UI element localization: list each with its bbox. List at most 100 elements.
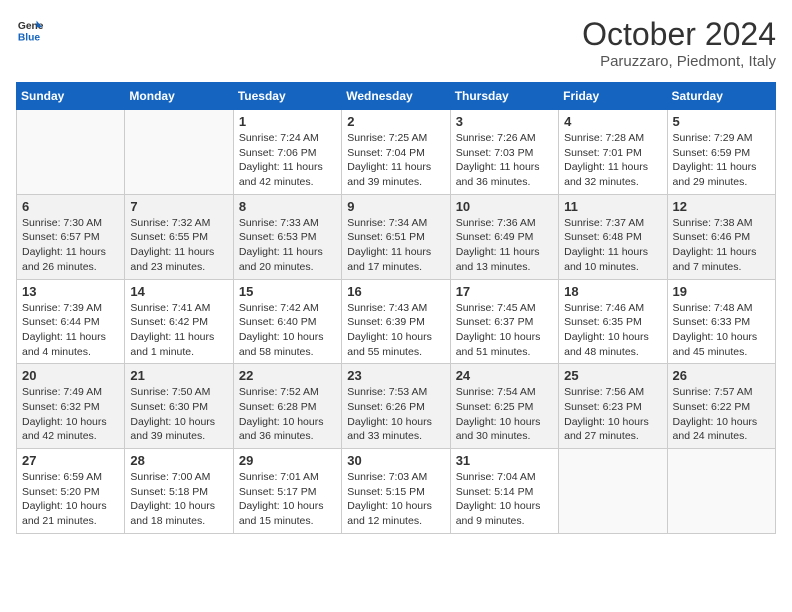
- day-info: Sunrise: 7:34 AMSunset: 6:51 PMDaylight:…: [347, 216, 444, 275]
- calendar-cell: 21 Sunrise: 7:50 AMSunset: 6:30 PMDayligh…: [125, 364, 233, 449]
- day-number: 12: [673, 199, 770, 214]
- page-header: General Blue October 2024 Paruzzaro, Pie…: [16, 16, 776, 70]
- day-number: 17: [456, 284, 553, 299]
- calendar-cell: 11Sunrise: 7:37 AMSunset: 6:48 PMDayligh…: [559, 194, 667, 279]
- day-number: 28: [130, 453, 227, 468]
- day-info: Sunrise: 7:42 AMSunset: 6:40 PMDaylight:…: [239, 301, 336, 360]
- day-info: Sunrise: 7:30 AMSunset: 6:57 PMDaylight:…: [22, 216, 119, 275]
- weekday-header-thursday: Thursday: [450, 83, 558, 110]
- day-number: 19: [673, 284, 770, 299]
- week-row-2: 6Sunrise: 7:30 AMSunset: 6:57 PMDaylight…: [17, 194, 776, 279]
- calendar-cell: 28 Sunrise: 7:00 AMSunset: 5:18 PMDayligh…: [125, 449, 233, 534]
- calendar-cell: 19 Sunrise: 7:48 AMSunset: 6:33 PMDayligh…: [667, 279, 775, 364]
- weekday-header-row: SundayMondayTuesdayWednesdayThursdayFrid…: [17, 83, 776, 110]
- day-number: 29: [239, 453, 336, 468]
- calendar-cell: 13 Sunrise: 7:39 AMSunset: 6:44 PMDayligh…: [17, 279, 125, 364]
- day-info: Sunrise: 7:29 AMSunset: 6:59 PMDaylight:…: [673, 131, 770, 190]
- day-info: Sunrise: 7:38 AMSunset: 6:46 PMDaylight:…: [673, 216, 770, 275]
- day-number: 20: [22, 368, 119, 383]
- calendar-cell: 25 Sunrise: 7:56 AMSunset: 6:23 PMDayligh…: [559, 364, 667, 449]
- day-number: 31: [456, 453, 553, 468]
- day-info: Sunrise: 7:43 AMSunset: 6:39 PMDaylight:…: [347, 301, 444, 360]
- calendar-cell: 17Sunrise: 7:45 AMSunset: 6:37 PMDayligh…: [450, 279, 558, 364]
- day-number: 21: [130, 368, 227, 383]
- day-number: 5: [673, 114, 770, 129]
- day-info: Sunrise: 7:26 AMSunset: 7:03 PMDaylight:…: [456, 131, 553, 190]
- day-info: Sunrise: 7:56 AMSunset: 6:23 PMDaylight:…: [564, 385, 661, 444]
- day-info: Sunrise: 7:49 AMSunset: 6:32 PMDaylight:…: [22, 385, 119, 444]
- calendar-cell: 5 Sunrise: 7:29 AMSunset: 6:59 PMDaylight…: [667, 110, 775, 195]
- calendar-cell: 27Sunrise: 6:59 AMSunset: 5:20 PMDayligh…: [17, 449, 125, 534]
- calendar-cell: 3 Sunrise: 7:26 AMSunset: 7:03 PMDaylight…: [450, 110, 558, 195]
- weekday-header-wednesday: Wednesday: [342, 83, 450, 110]
- calendar-cell: [667, 449, 775, 534]
- day-number: 26: [673, 368, 770, 383]
- day-info: Sunrise: 7:32 AMSunset: 6:55 PMDaylight:…: [130, 216, 227, 275]
- weekday-header-monday: Monday: [125, 83, 233, 110]
- day-number: 4: [564, 114, 661, 129]
- location: Paruzzaro, Piedmont, Italy: [582, 53, 776, 70]
- day-info: Sunrise: 7:37 AMSunset: 6:48 PMDaylight:…: [564, 216, 661, 275]
- day-number: 13: [22, 284, 119, 299]
- day-info: Sunrise: 7:48 AMSunset: 6:33 PMDaylight:…: [673, 301, 770, 360]
- day-info: Sunrise: 7:46 AMSunset: 6:35 PMDaylight:…: [564, 301, 661, 360]
- weekday-header-friday: Friday: [559, 83, 667, 110]
- day-number: 23: [347, 368, 444, 383]
- week-row-5: 27Sunrise: 6:59 AMSunset: 5:20 PMDayligh…: [17, 449, 776, 534]
- calendar-table: SundayMondayTuesdayWednesdayThursdayFrid…: [16, 82, 776, 534]
- day-number: 9: [347, 199, 444, 214]
- day-number: 18: [564, 284, 661, 299]
- day-number: 30: [347, 453, 444, 468]
- day-number: 16: [347, 284, 444, 299]
- calendar-cell: 18 Sunrise: 7:46 AMSunset: 6:35 PMDayligh…: [559, 279, 667, 364]
- day-info: Sunrise: 7:50 AMSunset: 6:30 PMDaylight:…: [130, 385, 227, 444]
- calendar-cell: [559, 449, 667, 534]
- day-info: Sunrise: 7:28 AMSunset: 7:01 PMDaylight:…: [564, 131, 661, 190]
- day-info: Sunrise: 7:33 AMSunset: 6:53 PMDaylight:…: [239, 216, 336, 275]
- calendar-cell: 10 Sunrise: 7:36 AMSunset: 6:49 PMDayligh…: [450, 194, 558, 279]
- calendar-cell: 8 Sunrise: 7:33 AMSunset: 6:53 PMDaylight…: [233, 194, 341, 279]
- day-number: 2: [347, 114, 444, 129]
- calendar-cell: 22 Sunrise: 7:52 AMSunset: 6:28 PMDayligh…: [233, 364, 341, 449]
- day-info: Sunrise: 7:00 AMSunset: 5:18 PMDaylight:…: [130, 470, 227, 529]
- calendar-cell: [125, 110, 233, 195]
- calendar-cell: 16 Sunrise: 7:43 AMSunset: 6:39 PMDayligh…: [342, 279, 450, 364]
- calendar-cell: 31 Sunrise: 7:04 AMSunset: 5:14 PMDayligh…: [450, 449, 558, 534]
- calendar-cell: 20 Sunrise: 7:49 AMSunset: 6:32 PMDayligh…: [17, 364, 125, 449]
- day-number: 25: [564, 368, 661, 383]
- weekday-header-sunday: Sunday: [17, 83, 125, 110]
- day-info: Sunrise: 7:41 AMSunset: 6:42 PMDaylight:…: [130, 301, 227, 360]
- day-info: Sunrise: 7:36 AMSunset: 6:49 PMDaylight:…: [456, 216, 553, 275]
- calendar-cell: 14 Sunrise: 7:41 AMSunset: 6:42 PMDayligh…: [125, 279, 233, 364]
- calendar-cell: 4 Sunrise: 7:28 AMSunset: 7:01 PMDaylight…: [559, 110, 667, 195]
- month-title: October 2024: [582, 16, 776, 53]
- calendar-cell: 15Sunrise: 7:42 AMSunset: 6:40 PMDayligh…: [233, 279, 341, 364]
- logo: General Blue: [16, 16, 44, 44]
- calendar-cell: 23 Sunrise: 7:53 AMSunset: 6:26 PMDayligh…: [342, 364, 450, 449]
- calendar-cell: [17, 110, 125, 195]
- day-info: Sunrise: 7:52 AMSunset: 6:28 PMDaylight:…: [239, 385, 336, 444]
- week-row-4: 20 Sunrise: 7:49 AMSunset: 6:32 PMDayligh…: [17, 364, 776, 449]
- calendar-cell: 12 Sunrise: 7:38 AMSunset: 6:46 PMDayligh…: [667, 194, 775, 279]
- day-info: Sunrise: 7:01 AMSunset: 5:17 PMDaylight:…: [239, 470, 336, 529]
- day-number: 8: [239, 199, 336, 214]
- day-number: 14: [130, 284, 227, 299]
- day-info: Sunrise: 7:24 AMSunset: 7:06 PMDaylight:…: [239, 131, 336, 190]
- day-number: 24: [456, 368, 553, 383]
- day-info: Sunrise: 7:39 AMSunset: 6:44 PMDaylight:…: [22, 301, 119, 360]
- svg-text:Blue: Blue: [18, 32, 41, 43]
- calendar-cell: 30Sunrise: 7:03 AMSunset: 5:15 PMDayligh…: [342, 449, 450, 534]
- calendar-cell: 9 Sunrise: 7:34 AMSunset: 6:51 PMDaylight…: [342, 194, 450, 279]
- day-info: Sunrise: 7:25 AMSunset: 7:04 PMDaylight:…: [347, 131, 444, 190]
- calendar-cell: 6Sunrise: 7:30 AMSunset: 6:57 PMDaylight…: [17, 194, 125, 279]
- day-number: 10: [456, 199, 553, 214]
- calendar-cell: 2 Sunrise: 7:25 AMSunset: 7:04 PMDaylight…: [342, 110, 450, 195]
- week-row-1: 1Sunrise: 7:24 AMSunset: 7:06 PMDaylight…: [17, 110, 776, 195]
- logo-icon: General Blue: [16, 16, 44, 44]
- day-info: Sunrise: 7:04 AMSunset: 5:14 PMDaylight:…: [456, 470, 553, 529]
- week-row-3: 13 Sunrise: 7:39 AMSunset: 6:44 PMDayligh…: [17, 279, 776, 364]
- day-number: 3: [456, 114, 553, 129]
- calendar-cell: 29 Sunrise: 7:01 AMSunset: 5:17 PMDayligh…: [233, 449, 341, 534]
- day-number: 22: [239, 368, 336, 383]
- day-info: Sunrise: 7:53 AMSunset: 6:26 PMDaylight:…: [347, 385, 444, 444]
